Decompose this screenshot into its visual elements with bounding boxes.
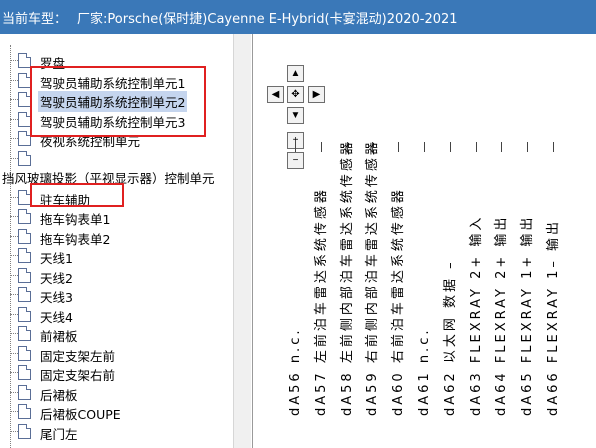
pin-column: dA60 右前泊车雷达系统传感器 [388,142,412,442]
document-icon [18,228,31,244]
pin-column: dA61 n.c. [414,142,438,442]
tree-item[interactable] [0,149,252,168]
document-icon [18,287,31,302]
document-icon [18,150,31,166]
pin-label: dA59 右前侧内部泊车雷达系统传感器 [365,139,381,416]
pin-column: dA58 左前侧内部泊车雷达系统传感器 [337,139,361,442]
pin-line [553,142,554,152]
pin-column: dA66 FLEXRAY 1– 输出 [543,142,567,442]
pin-label: dA58 左前侧内部泊车雷达系统传感器 [339,139,355,416]
vehicle-name: 厂家:Porsche(保时捷)Cayenne E-Hybrid(卡宴混动)202… [77,12,458,27]
document-icon [18,423,31,439]
tree-item[interactable]: 后裙板 [0,383,252,403]
pin-label: dA57 左前泊车雷达系统传感器 [313,187,329,416]
tree-item[interactable]: 天线1 [0,246,252,266]
pin-label: dA56 n.c. [288,327,303,416]
tree-item[interactable]: 尾门左 [0,422,252,442]
pin-column: dA62 以太网 数据 – [440,142,464,442]
pan-left-button[interactable]: ◀ [267,86,284,103]
pin-label: dA60 右前泊车雷达系统传感器 [391,187,407,416]
tree-scrollbar[interactable] [233,34,251,448]
pin-label: dA61 n.c. [417,327,432,416]
highlight-box-parking-assist [30,183,124,207]
tree-item[interactable]: 固定支架右前 [0,363,252,383]
tree-item[interactable]: 天线4 [0,305,252,325]
tree-item[interactable]: 天线2 [0,266,252,286]
document-icon [18,209,31,224]
document-icon [18,267,31,283]
pin-label: dA62 以太网 数据 – [442,259,458,416]
pan-right-button[interactable]: ▶ [308,86,325,103]
pin-line [398,142,400,152]
pin-line [320,142,322,152]
pin-line [295,142,296,152]
tree-item[interactable]: 后裙板COUPE [0,402,252,422]
tree-item-label: 尾门左 [40,426,78,442]
tree-item[interactable]: 拖车钩表单2 [0,227,252,247]
pin-column: dA65 FLEXRAY 1+ 输出 [517,142,541,442]
document-icon [18,326,31,341]
pin-label: dA66 FLEXRAY 1– 输出 [546,218,561,416]
document-icon [18,345,31,361]
tree-item[interactable]: 固定支架左前 [0,344,252,364]
pin-column: dA59 右前侧内部泊车雷达系统传感器 [362,139,386,442]
tree-item[interactable]: 拖车钩表单1 [0,207,252,227]
current-model-label: 当前车型： [2,12,68,27]
pin-column: dA56 n.c. [285,142,309,442]
document-icon [18,384,31,400]
pin-line [449,142,451,152]
tree-item[interactable]: 前裙板 [0,324,252,344]
title-bar: 当前车型： 厂家:Porsche(保时捷)Cayenne E-Hybrid(卡宴混… [0,0,596,34]
pin-line [475,142,477,152]
pin-line [527,142,529,152]
pin-label: dA65 FLEXRAY 1+ 输出 [520,214,536,416]
document-icon [18,404,31,419]
pin-line [424,142,425,152]
document-icon [18,365,31,380]
pin-label: dA64 FLEXRAY 2+ 输出 [494,214,510,416]
document-icon [18,306,31,322]
pin-label: dA63 FLEXRAY 2+ 输入 [468,214,484,416]
pin-column: dA57 左前泊车雷达系统传感器 [311,142,335,442]
pan-down-button[interactable]: ▼ [287,107,304,124]
pan-center-button[interactable]: ✥ [287,86,304,103]
pin-line [501,142,503,152]
pin-column: dA63 FLEXRAY 2+ 输入 [466,142,490,442]
tree-item-label [38,150,42,152]
highlight-box-driver-assist [30,66,206,137]
tree-item[interactable]: 天线3 [0,285,252,305]
pin-column: dA64 FLEXRAY 2+ 输出 [491,142,515,442]
document-icon [18,248,31,263]
wiring-diagram-viewer: ▲ ◀ ✥ ▶ ▼ + − dA56 n.c. dA57 左前泊车雷达系统传感器 d… [253,34,596,448]
pan-up-button[interactable]: ▲ [287,65,304,82]
